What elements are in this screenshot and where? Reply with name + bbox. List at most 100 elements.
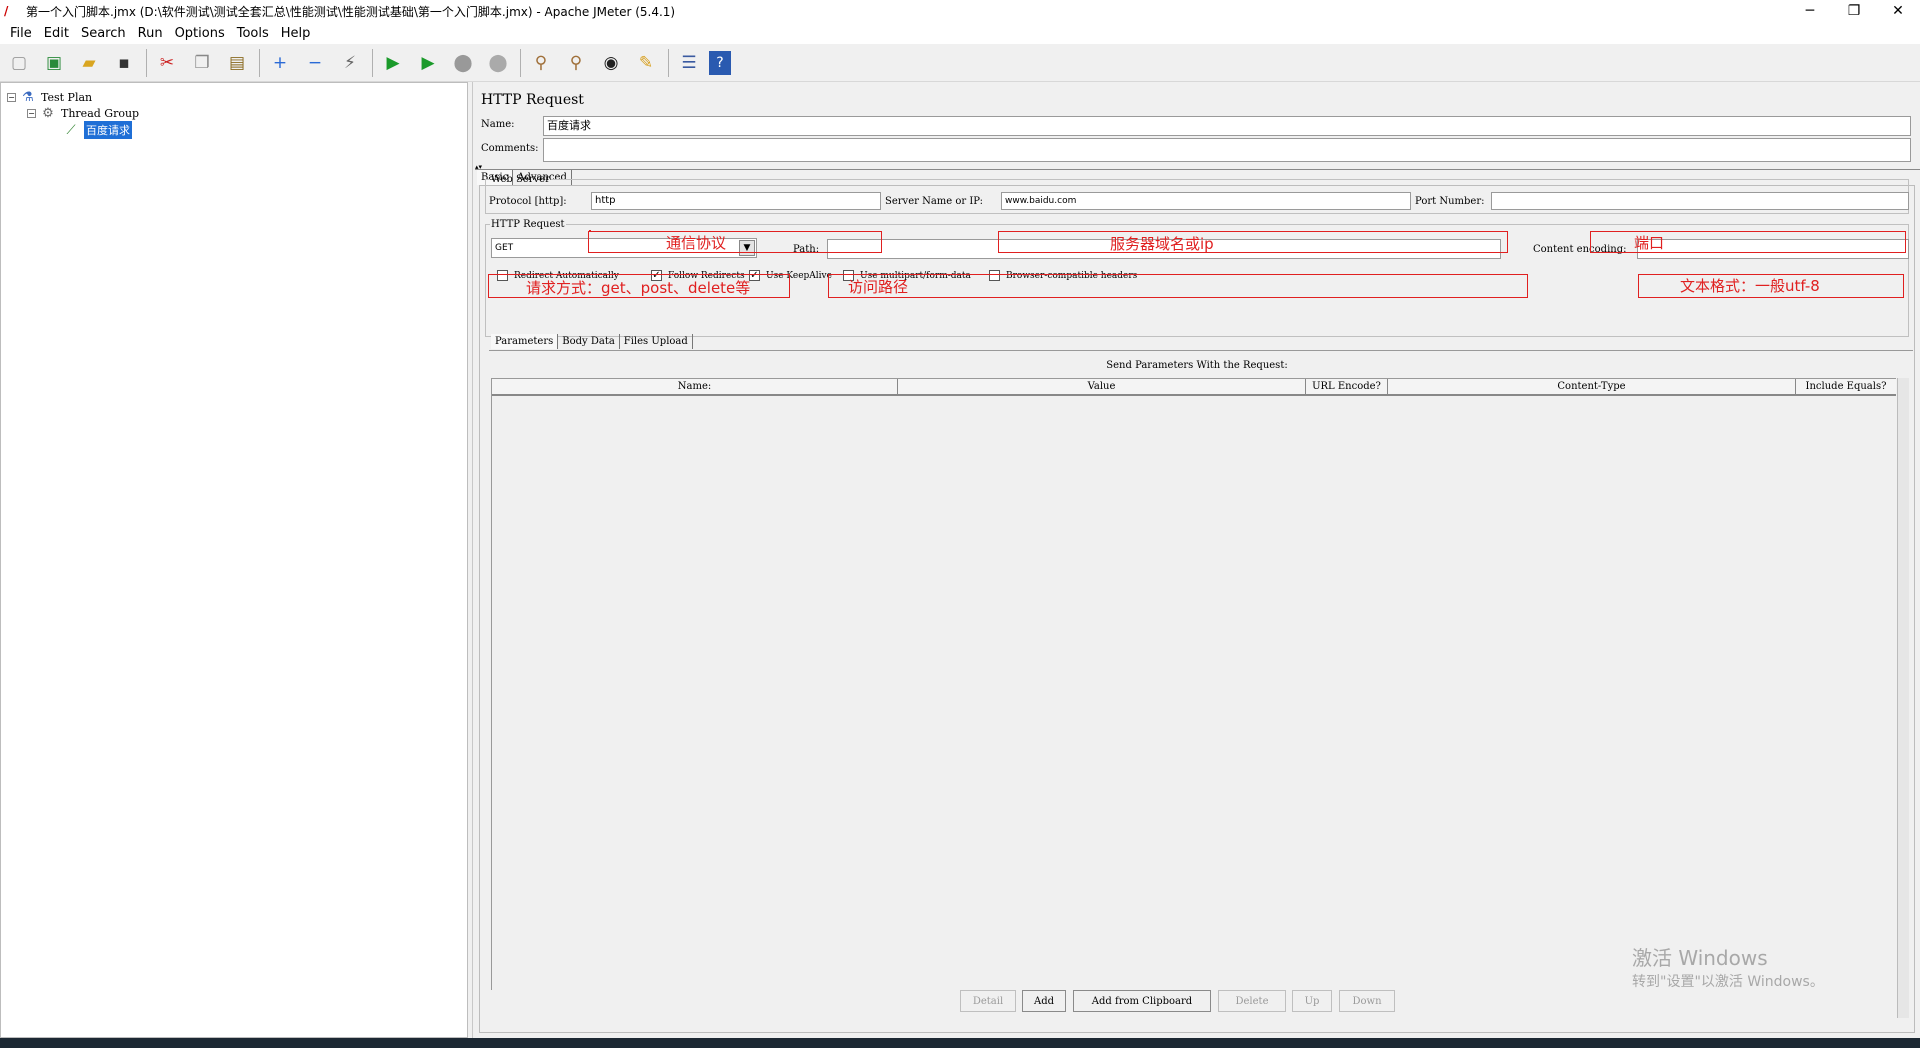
http-request-panel: HTTP Request Name: 百度请求 Comments: ▴▾ Bas… (472, 82, 1920, 1038)
open-folder-icon[interactable]: ▰ (74, 48, 104, 78)
paste-icon[interactable]: ▤ (222, 48, 252, 78)
toolbar-separator (259, 48, 260, 77)
toolbar-separator (146, 48, 147, 77)
table-header: Name: Value URL Encode? Content-Type Inc… (492, 378, 1896, 396)
tab-files-upload[interactable]: Files Upload (620, 334, 693, 349)
shutdown-icon[interactable]: ⬤ (483, 48, 513, 78)
delete-button[interactable]: Delete (1218, 990, 1286, 1012)
menu-bar: File Edit Search Run Options Tools Help (0, 22, 1920, 44)
templates-icon[interactable]: ▣ (39, 48, 69, 78)
comments-field[interactable] (543, 138, 1911, 162)
clear-icon[interactable]: ⚲ (526, 48, 556, 78)
tab-body-data[interactable]: Body Data (558, 334, 620, 349)
path-highlight-box (828, 274, 1528, 298)
window-title: 第一个入门脚本.jmx (D:\软件测试\测试全套汇总\性能测试\性能测试基础\… (26, 4, 676, 19)
up-button[interactable]: Up (1292, 990, 1332, 1012)
divider (489, 350, 1913, 351)
collapse-toggle-icon[interactable]: − (27, 108, 36, 118)
reset-search-broom-icon[interactable]: ✎ (631, 48, 661, 78)
clear-all-icon[interactable]: ⚲ (561, 48, 591, 78)
tree-label: Thread Group (61, 106, 140, 120)
path-annotation: 访问路径 (848, 278, 909, 296)
port-label: Port Number: (1415, 196, 1485, 207)
protocol-field[interactable]: http (591, 192, 881, 210)
copy-icon[interactable]: ❐ (187, 48, 217, 78)
port-annotation: 端口 (1634, 234, 1665, 252)
toolbar: ▢ ▣ ▰ ▪ ✂ ❐ ▤ + − ⚡ ▶ ▶ ⬤ ⬤ ⚲ ⚲ ◉ ✎ ☰ ? (0, 44, 1920, 82)
collapse-toggle-icon[interactable]: − (7, 92, 16, 102)
column-value[interactable]: Value (898, 379, 1306, 394)
name-label: Name: (481, 119, 515, 130)
jmeter-feather-icon: / (4, 4, 9, 18)
encoding-annotation: 文本格式：一般utf-8 (1680, 277, 1820, 295)
tree-label: Test Plan (41, 90, 93, 104)
tree-node-test-plan[interactable]: − ⚗ Test Plan (7, 89, 92, 105)
save-icon[interactable]: ▪ (109, 48, 139, 78)
server-name-field[interactable]: www.baidu.com (1001, 192, 1411, 210)
toolbar-separator (372, 48, 373, 77)
port-field[interactable] (1491, 192, 1909, 210)
minimize-button[interactable]: ─ (1788, 3, 1832, 19)
method-value: GET (495, 243, 514, 253)
add-button[interactable]: Add (1022, 990, 1066, 1012)
menu-file[interactable]: File (4, 26, 38, 41)
panel-title: HTTP Request (481, 92, 584, 108)
start-no-pauses-icon[interactable]: ▶ (413, 48, 443, 78)
tree-label-selected: 百度请求 (84, 121, 132, 139)
server-name-label: Server Name or IP: (885, 196, 984, 207)
maximize-button[interactable]: ❐ (1832, 3, 1876, 19)
test-plan-tree: − ⚗ Test Plan − ⚙ Thread Group ⟋ 百度请求 (0, 82, 468, 1038)
server-annotation: 服务器域名或ip (1110, 235, 1214, 253)
thread-group-gear-icon: ⚙ (42, 105, 54, 121)
menu-search[interactable]: Search (75, 26, 132, 41)
activation-watermark-subtitle: 转到"设置"以激活 Windows。 (1632, 974, 1824, 990)
web-server-legend: Web Server (491, 174, 550, 185)
stop-icon[interactable]: ⬤ (448, 48, 478, 78)
column-name[interactable]: Name: (492, 379, 898, 394)
http-request-legend: HTTP Request (491, 219, 565, 230)
tree-node-sampler[interactable]: ⟋ 百度请求 (63, 121, 132, 139)
toolbar-separator (520, 48, 521, 77)
detail-button[interactable]: Detail (960, 990, 1016, 1012)
expand-icon[interactable]: + (265, 48, 295, 78)
menu-run[interactable]: Run (132, 26, 169, 41)
parameters-table[interactable]: Name: Value URL Encode? Content-Type Inc… (491, 378, 1896, 990)
menu-help[interactable]: Help (275, 26, 317, 41)
divider (475, 169, 1920, 170)
protocol-annotation: 通信协议 (666, 234, 727, 252)
toggle-icon[interactable]: ⚡ (335, 48, 365, 78)
menu-tools[interactable]: Tools (231, 26, 275, 41)
name-field[interactable]: 百度请求 (543, 116, 1911, 136)
test-plan-icon: ⚗ (22, 89, 34, 105)
table-scrollbar[interactable] (1897, 378, 1909, 1018)
column-include-equals[interactable]: Include Equals? (1796, 379, 1896, 394)
down-button[interactable]: Down (1339, 990, 1395, 1012)
column-content-type[interactable]: Content-Type (1388, 379, 1796, 394)
close-button[interactable]: ✕ (1876, 3, 1920, 19)
collapse-icon[interactable]: − (300, 48, 330, 78)
sampler-pipette-icon: ⟋ (66, 122, 76, 138)
add-from-clipboard-button[interactable]: Add from Clipboard (1073, 990, 1211, 1012)
menu-options[interactable]: Options (169, 26, 231, 41)
method-annotation: 请求方式：get、post、delete等 (526, 279, 751, 297)
tree-node-thread-group[interactable]: − ⚙ Thread Group (27, 105, 139, 121)
protocol-highlight-box (588, 231, 882, 253)
cut-icon[interactable]: ✂ (152, 48, 182, 78)
server-highlight-box (998, 231, 1508, 253)
tab-parameters[interactable]: Parameters (491, 334, 559, 349)
help-icon[interactable]: ? (709, 50, 731, 75)
title-bar: / 第一个入门脚本.jmx (D:\软件测试\测试全套汇总\性能测试\性能测试基… (0, 0, 1920, 22)
protocol-label: Protocol [http]: (489, 196, 567, 207)
taskbar (0, 1038, 1920, 1048)
start-icon[interactable]: ▶ (378, 48, 408, 78)
column-url-encode[interactable]: URL Encode? (1306, 379, 1388, 394)
function-helper-icon[interactable]: ☰ (674, 48, 704, 78)
toolbar-separator (668, 48, 669, 77)
search-binoculars-icon[interactable]: ◉ (596, 48, 626, 78)
params-caption: Send Parameters With the Request: (1106, 360, 1288, 371)
parameter-tabs: Parameters Body Data Files Upload (491, 334, 693, 349)
new-file-icon[interactable]: ▢ (4, 48, 34, 78)
menu-edit[interactable]: Edit (38, 26, 75, 41)
activation-watermark-title: 激活 Windows (1632, 946, 1768, 970)
comments-label: Comments: (481, 143, 539, 154)
